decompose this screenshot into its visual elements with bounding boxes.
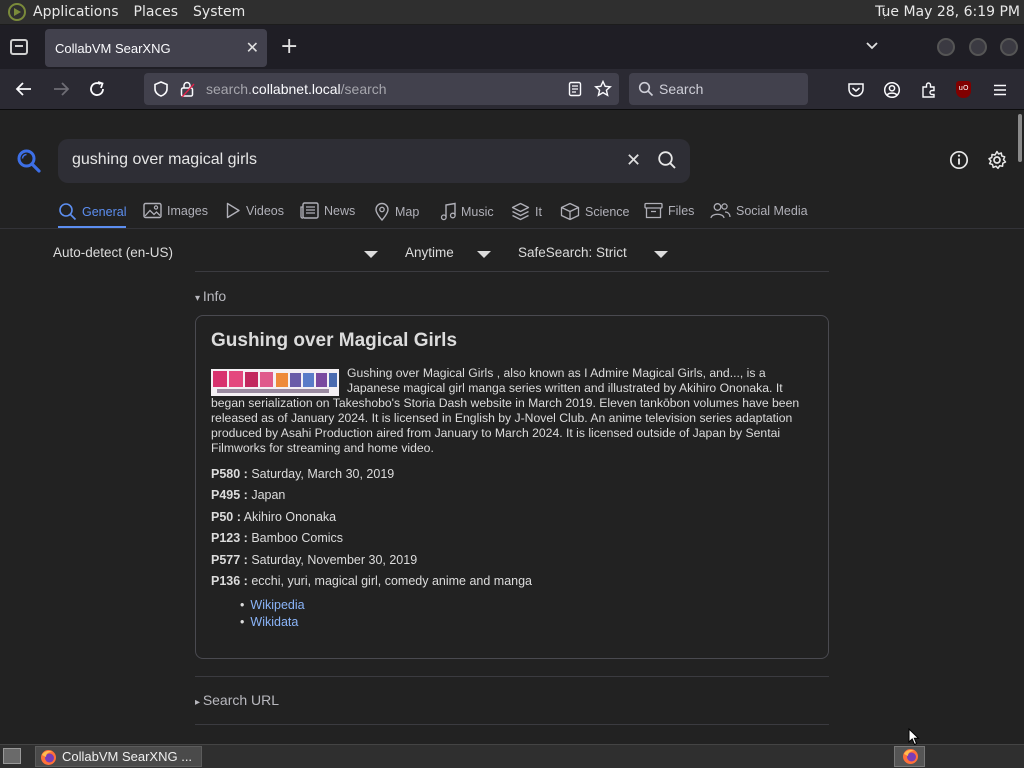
extensions-icon[interactable] (920, 81, 938, 99)
safesearch-dropdown-icon[interactable] (654, 251, 668, 258)
pocket-icon[interactable] (847, 81, 865, 99)
attribute-row: P577 : Saturday, November 30, 2019 (211, 552, 418, 567)
list-all-tabs-icon[interactable] (864, 37, 880, 53)
map-pin-icon (375, 202, 389, 221)
info-icon[interactable] (949, 150, 969, 170)
tab-videos[interactable]: Videos (225, 202, 284, 219)
applications-logo-icon[interactable] (8, 3, 26, 21)
minimize-window-icon[interactable] (937, 38, 955, 56)
tab-bar: CollabVM SearXNG ✕ + (0, 25, 1024, 69)
hamburger-menu-icon[interactable] (992, 82, 1008, 98)
tab-files[interactable]: Files (644, 202, 694, 219)
search-icon (59, 203, 77, 221)
language-dropdown-icon[interactable] (364, 251, 378, 258)
clock[interactable]: Tue May 28, 6:19 PM (875, 4, 1020, 20)
newspaper-icon (300, 202, 319, 219)
maximize-window-icon[interactable] (969, 38, 987, 56)
info-toggle[interactable]: ▾ Info (195, 288, 226, 304)
wikipedia-link[interactable]: Wikipedia (241, 597, 304, 614)
tab-it[interactable]: It (511, 202, 542, 221)
lock-icon[interactable] (179, 80, 195, 98)
firefox-icon (41, 750, 56, 765)
firefox-view-icon[interactable] (10, 39, 28, 55)
attribute-row: P50 : Akihiro Ononaka (211, 509, 337, 524)
tray-firefox-button[interactable] (894, 746, 925, 767)
search-url-toggle[interactable]: ▸ Search URL (195, 692, 279, 708)
search-submit-icon[interactable] (657, 150, 677, 170)
search-query[interactable]: gushing over magical girls (72, 151, 257, 169)
back-icon[interactable] (14, 79, 34, 99)
url-text[interactable]: search.collabnet.local/search (206, 81, 387, 97)
mouse-cursor-icon (908, 728, 920, 746)
attribute-row: P495 : Japan (211, 488, 286, 503)
page-scrollbar[interactable] (1018, 114, 1022, 162)
search-icon (638, 81, 654, 97)
taskbar: CollabVM SearXNG ... (0, 744, 1024, 768)
play-icon (226, 202, 240, 219)
searxng-logo-icon[interactable] (16, 148, 42, 174)
infobox-attributes: P580 : Saturday, March 30, 2019 P495 : J… (211, 466, 532, 594)
language-select[interactable]: Auto-detect (en-US) (53, 245, 173, 260)
image-icon (143, 202, 162, 219)
infobox-description: Gushing over Magical Girls , also known … (211, 366, 800, 455)
url-bar[interactable]: search.collabnet.local/search (144, 73, 619, 105)
safesearch-select[interactable]: SafeSearch: Strict (518, 245, 627, 260)
infobox-title: Gushing over Magical Girls (211, 330, 458, 351)
reload-icon[interactable] (87, 79, 107, 99)
searxng-page: gushing over magical girls ✕ General Ima… (0, 110, 1024, 744)
attribute-row: P123 : Bamboo Comics (211, 531, 344, 546)
infobox-links: Wikipedia Wikidata (241, 597, 305, 631)
tab-music[interactable]: Music (440, 202, 494, 221)
ublock-origin-icon[interactable]: uO (956, 81, 971, 98)
tab-news[interactable]: News (300, 202, 355, 219)
browser-search-field[interactable]: Search (629, 73, 808, 105)
taskbar-window-label: CollabVM SearXNG ... (62, 749, 193, 764)
tab-title: CollabVM SearXNG (55, 40, 171, 56)
section-divider (195, 676, 829, 677)
attribute-row: P580 : Saturday, March 30, 2019 (211, 467, 395, 481)
section-divider (195, 724, 829, 725)
settings-gear-icon[interactable] (987, 150, 1007, 170)
tab-map[interactable]: Map (374, 202, 419, 221)
bookmark-star-icon[interactable] (594, 80, 612, 98)
tab-general[interactable]: General (58, 202, 126, 221)
filter-divider (195, 271, 829, 272)
search-placeholder: Search (659, 81, 704, 97)
time-range-dropdown-icon[interactable] (477, 251, 491, 258)
top-panel: Applications Places System Tue May 28, 6… (0, 0, 1024, 25)
navigation-bar: search.collabnet.local/search Search uO (0, 69, 1024, 110)
layers-icon (511, 202, 530, 221)
tab-close-icon[interactable]: ✕ (246, 38, 259, 58)
infobox: Gushing over Magical Girls Gushing over … (195, 315, 829, 659)
tab-social-media[interactable]: Social Media (710, 202, 808, 219)
taskbar-window-button[interactable]: CollabVM SearXNG ... (35, 746, 202, 767)
archive-icon (644, 202, 663, 219)
clear-search-icon[interactable]: ✕ (626, 150, 641, 171)
firefox-icon (903, 749, 918, 764)
applications-menu[interactable]: Applications (33, 4, 119, 20)
shield-icon[interactable] (152, 80, 170, 98)
category-tabs: General Images Videos News Map Music It (58, 196, 818, 228)
places-menu[interactable]: Places (134, 4, 179, 20)
cube-icon (560, 202, 580, 221)
wikidata-link[interactable]: Wikidata (241, 614, 305, 631)
reader-view-icon[interactable] (567, 81, 583, 97)
search-input[interactable]: gushing over magical girls ✕ (58, 139, 690, 183)
tab-science[interactable]: Science (560, 202, 629, 221)
forward-icon[interactable] (51, 79, 71, 99)
music-icon (440, 202, 456, 221)
show-desktop-icon[interactable] (3, 748, 21, 764)
time-range-select[interactable]: Anytime (405, 245, 454, 260)
attribute-row: P136 : ecchi, yuri, magical girl, comedy… (211, 573, 533, 588)
tab-images[interactable]: Images (143, 202, 208, 219)
account-icon[interactable] (883, 81, 901, 99)
new-tab-icon[interactable]: + (280, 34, 298, 60)
system-menu[interactable]: System (193, 4, 245, 20)
tab-searxng[interactable]: CollabVM SearXNG ✕ (45, 29, 267, 67)
close-window-icon[interactable] (1000, 38, 1018, 56)
people-icon (710, 203, 731, 219)
header-divider (0, 228, 1024, 229)
